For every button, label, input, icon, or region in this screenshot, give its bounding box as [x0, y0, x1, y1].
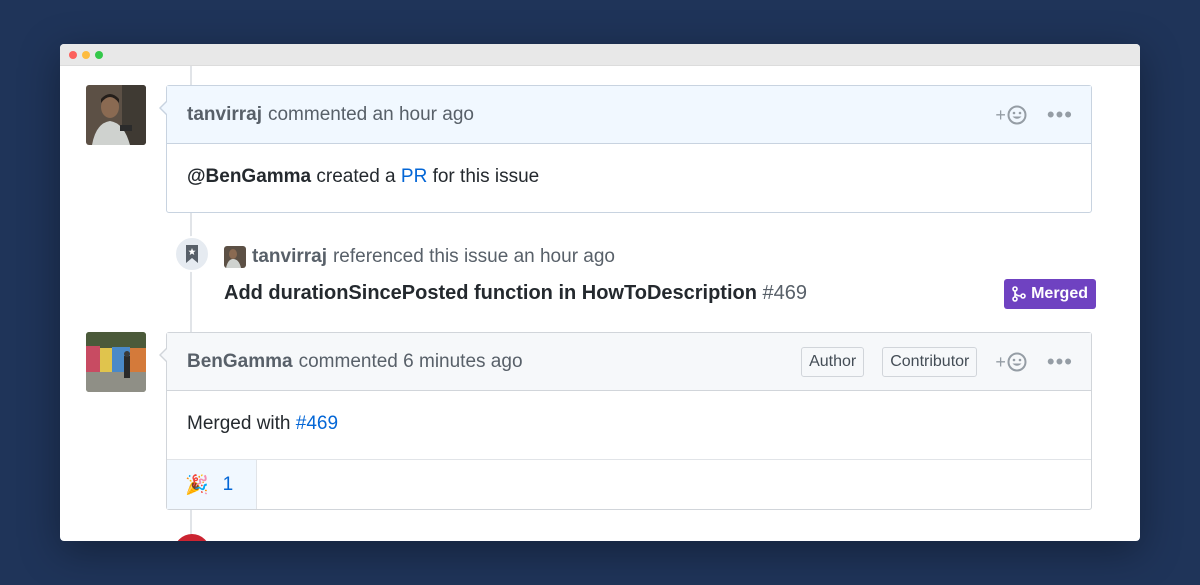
reference-meta: tanvirraj referenced this issue an hour …	[224, 244, 615, 270]
reference-author[interactable]: tanvirraj	[252, 246, 327, 268]
close-window-button[interactable]	[69, 51, 77, 59]
more-options-icon[interactable]: •••	[1047, 104, 1073, 126]
referenced-pr-title[interactable]: Add durationSincePosted function in HowT…	[224, 282, 807, 305]
bookmark-icon	[174, 236, 210, 272]
comment-body: Merged with #469	[167, 391, 1091, 459]
plus-icon: +	[995, 351, 1006, 372]
pr-link[interactable]: PR	[401, 166, 427, 187]
user-mention[interactable]: @BenGamma	[187, 166, 311, 187]
reference-event: tanvirraj referenced this issue an hour …	[172, 234, 1096, 314]
tada-icon: 🎉	[185, 474, 209, 496]
pr-number[interactable]: #469	[763, 282, 808, 304]
reference-timestamp: referenced this issue an hour ago	[332, 246, 615, 267]
comment-author[interactable]: tanvirraj	[187, 104, 262, 126]
tada-reaction-button[interactable]: 🎉 1	[167, 460, 257, 509]
comment-body: @BenGamma created a PR for this issue	[167, 144, 1091, 212]
reactions-bar: 🎉 1	[167, 459, 1091, 509]
git-merge-icon	[1012, 286, 1026, 302]
pr-title[interactable]: Add durationSincePosted function in HowT…	[224, 282, 757, 304]
reaction-count: 1	[222, 473, 234, 495]
add-reaction-button[interactable]: +	[995, 352, 1027, 373]
avatar-bengamma[interactable]	[86, 332, 146, 392]
smiley-icon	[1007, 352, 1027, 372]
comment-author[interactable]: BenGamma	[187, 351, 293, 373]
comment-header: tanvirraj commented an hour ago + •••	[167, 86, 1091, 144]
comment-actions: + •••	[995, 86, 1073, 144]
body-text: for this issue	[427, 166, 540, 187]
comment-header: BenGamma commented 6 minutes ago Author …	[167, 333, 1091, 391]
browser-window: tanvirraj commented an hour ago + ••• @B…	[60, 44, 1140, 541]
comment-timestamp[interactable]: commented an hour ago	[268, 104, 474, 126]
comment-tanvirraj: tanvirraj commented an hour ago + ••• @B…	[159, 85, 1092, 213]
contributor-label: Contributor	[882, 347, 978, 377]
comment-actions: Author Contributor + •••	[801, 333, 1073, 391]
more-options-icon[interactable]: •••	[1047, 351, 1073, 373]
window-titlebar	[60, 44, 1140, 66]
body-text: Merged with	[187, 413, 296, 434]
maximize-window-button[interactable]	[95, 51, 103, 59]
smiley-icon	[1007, 105, 1027, 125]
mini-avatar-tanvirraj[interactable]	[224, 246, 246, 268]
comment-bengamma: BenGamma commented 6 minutes ago Author …	[159, 332, 1092, 510]
author-label: Author	[801, 347, 865, 377]
minimize-window-button[interactable]	[82, 51, 90, 59]
merged-label: Merged	[1031, 285, 1088, 302]
body-text: created a	[311, 166, 401, 187]
add-reaction-button[interactable]: +	[995, 105, 1027, 126]
next-event-badge	[174, 534, 210, 541]
comment-timestamp[interactable]: commented 6 minutes ago	[299, 351, 523, 373]
pr-link[interactable]: #469	[296, 413, 338, 434]
avatar-tanvirraj[interactable]	[86, 85, 146, 145]
merged-status-badge: Merged	[1004, 279, 1096, 309]
plus-icon: +	[995, 104, 1006, 125]
